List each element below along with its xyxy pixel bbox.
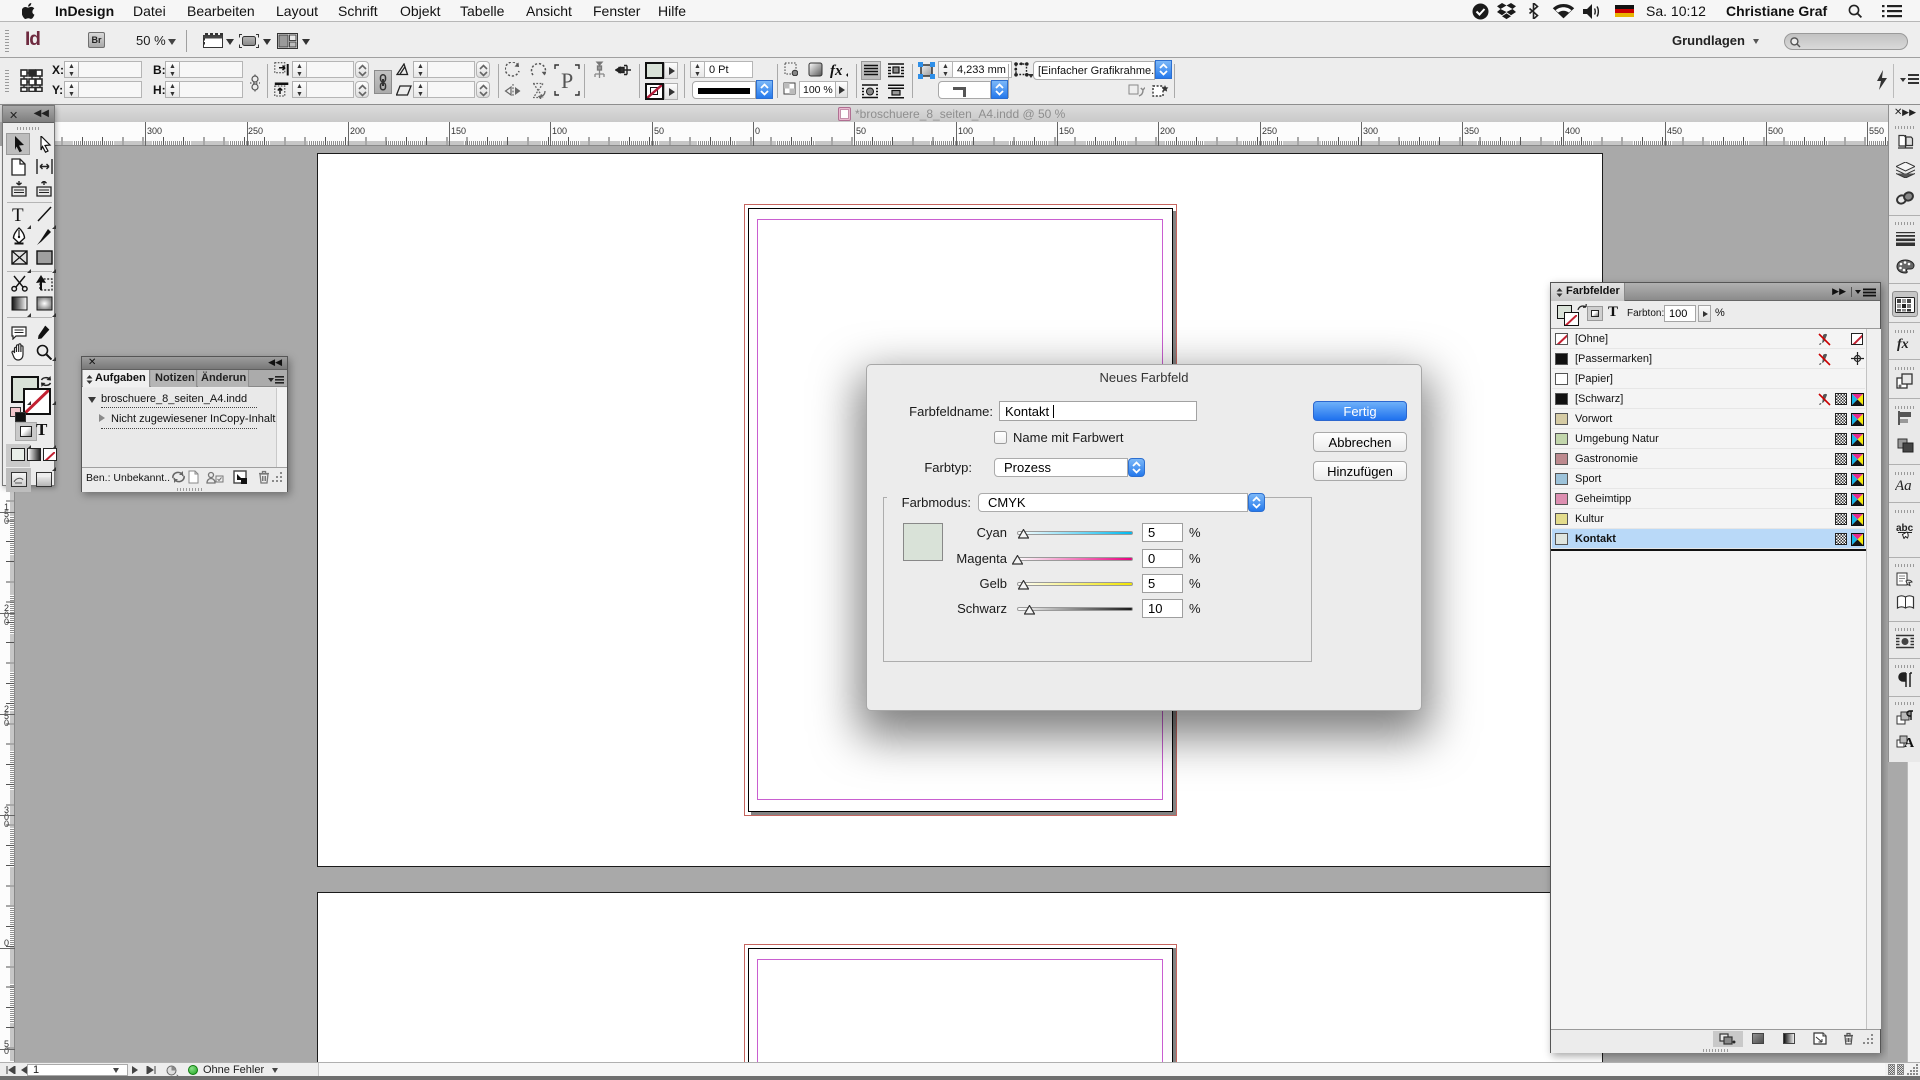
svg-text:Aa: Aa [1895,478,1912,492]
svg-text:fx: fx [1897,337,1909,351]
svg-text:A: A [1904,736,1914,749]
svg-text:P: P [561,68,573,93]
svg-text:T: T [12,206,24,223]
svg-text:fx: fx [830,63,843,78]
